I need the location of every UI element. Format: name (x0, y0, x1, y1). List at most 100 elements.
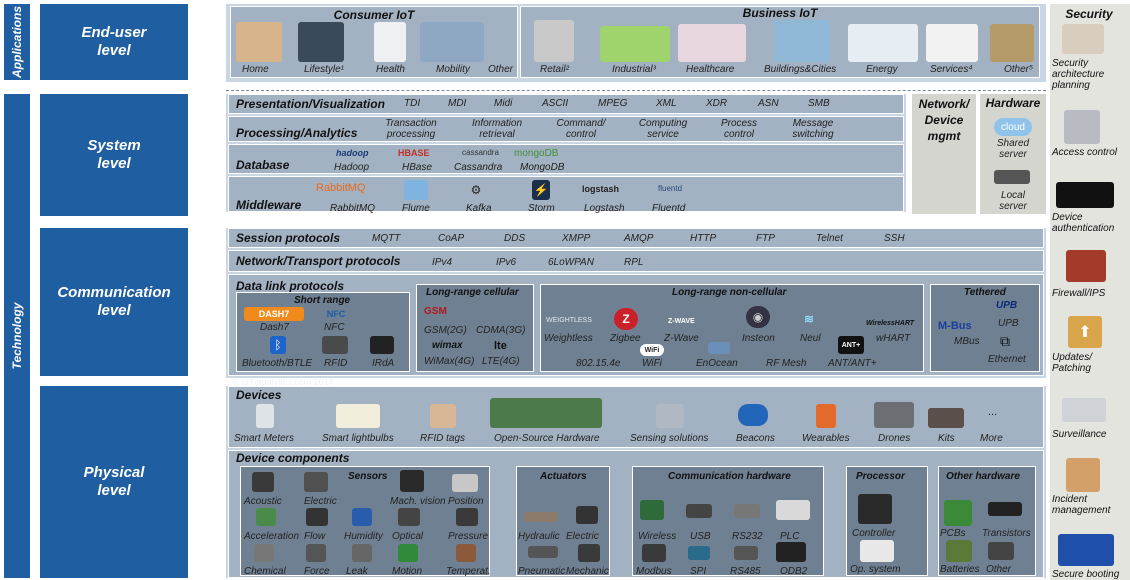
pres-xdr: XDR (706, 98, 728, 109)
wifi-logo: WiFi (640, 344, 664, 356)
mw-kafka: Kafka (466, 203, 492, 214)
app-lifestyle-label: Lifestyle¹ (304, 64, 345, 75)
sr-irda: IRdA (372, 358, 395, 369)
nc-zwave: Z-Wave (664, 333, 699, 344)
flume-icon (404, 180, 428, 200)
dev-beacons: Beacons (736, 433, 775, 444)
chw-odb2: ODB2 (780, 566, 808, 577)
end-user-level: End-user level (40, 4, 188, 80)
teth-ethernet: Ethernet (988, 354, 1026, 365)
zigbee-icon: Z (614, 308, 638, 330)
proc-transaction: Transaction processing (385, 118, 437, 140)
app-consumer-other-label: Other (488, 64, 514, 75)
electric-sensor-icon (304, 472, 328, 492)
dev-wearables: Wearables (802, 433, 850, 444)
app-energy-label: Energy (866, 64, 898, 75)
mechanic-actuator-icon (578, 544, 600, 562)
leak-sensor-icon (352, 544, 372, 562)
mw-logstash: Logstash (584, 203, 625, 214)
sens-humidity: Humidity (344, 531, 383, 542)
device-auth-icon (1056, 182, 1114, 208)
electric-actuator-icon (576, 506, 598, 524)
pressure-sensor-icon (456, 508, 478, 526)
wirelesshart-logo: WirelessHART (866, 320, 915, 327)
act-pneumatic: Pneumatic (518, 566, 566, 577)
chw-spi: SPI (690, 566, 707, 577)
proc-computing: Computing service (638, 118, 688, 140)
services-icon (926, 24, 978, 62)
bluetooth-icon: ᛒ (270, 336, 286, 354)
net-ipv6: IPv6 (496, 257, 517, 268)
server-icon (994, 170, 1030, 184)
sens-pressure: Pressure (448, 531, 489, 542)
ant-logo: ANT+ (838, 336, 864, 354)
car-icon (420, 22, 484, 62)
nc-rfmesh: RF Mesh (766, 358, 807, 369)
chw-usb: USB (690, 531, 711, 542)
database-title: Database (236, 158, 290, 172)
sens-mach-vision: Mach. vision (390, 496, 446, 507)
mw-rabbitmq: RabbitMQ (330, 203, 376, 214)
temperature-sensor-icon (456, 544, 476, 562)
battery-icon (946, 540, 972, 562)
wireless-module-icon (640, 500, 664, 520)
rabbitmq-logo: RabbitMQ (316, 182, 366, 194)
pneumatic-actuator-icon (528, 546, 558, 558)
pres-smb: SMB (808, 98, 830, 109)
chw-rs485: RS485 (730, 566, 761, 577)
lte-logo: lte (494, 340, 507, 352)
dev-kits: Kits (938, 433, 955, 444)
teth-upb: UPB (998, 318, 1019, 329)
home-icon (236, 22, 282, 62)
sess-http: HTTP (690, 233, 717, 244)
app-industrial-label: Industrial³ (612, 64, 656, 75)
shopping-cart-icon (534, 20, 574, 62)
act-hydraulic: Hydraulic (518, 531, 560, 542)
processor-title: Processor (856, 471, 905, 482)
proc-process: Process control (720, 118, 758, 140)
dev-smart-meters: Smart Meters (234, 433, 295, 444)
drone-icon (874, 402, 914, 428)
act-electric: Electric (566, 531, 599, 542)
sess-amqp: AMQP (624, 233, 654, 244)
communication-level: Communication level (40, 228, 188, 376)
app-buildings-label: Buildings&Cities (764, 64, 837, 75)
enocean-icon (708, 342, 730, 354)
cassandra-logo: cassandra (462, 148, 499, 157)
cellular-title: Long-range cellular (426, 287, 519, 298)
surveillance-camera-icon (1062, 398, 1106, 422)
pres-asn: ASN (758, 98, 779, 109)
sens-chemical: Chemical (244, 566, 286, 577)
nc-weightless: Weightless (544, 333, 593, 344)
app-home-label: Home (242, 64, 269, 75)
firewall-icon (1066, 250, 1106, 282)
database-row (228, 144, 904, 174)
proc-command: Command/ control (556, 118, 606, 140)
sens-position: Position (448, 496, 484, 507)
dev-smart-lightbulbs: Smart lightbulbs (322, 433, 394, 444)
other-hardware-title: Other hardware (946, 471, 1020, 482)
proc-message: Message switching (792, 118, 834, 140)
act-mechanic: Mechanic (566, 566, 609, 577)
sess-ftp: FTP (756, 233, 775, 244)
sr-nfc: NFC (324, 322, 345, 333)
datalink-title: Data link protocols (236, 279, 345, 293)
cell-lte: LTE(4G) (482, 356, 520, 367)
app-health-label: Health (376, 64, 405, 75)
system-level: System level (40, 94, 188, 216)
presentation-title: Presentation/Visualization (236, 97, 385, 111)
security-title: Security (1065, 7, 1113, 21)
net-6lowpan: 6LoWPAN (548, 257, 594, 268)
pres-xml: XML (656, 98, 677, 109)
middleware-title: Middleware (236, 198, 302, 212)
position-sensor-icon (452, 474, 478, 492)
proc-controller: Controller (852, 528, 896, 539)
sensors-title: Sensors (348, 471, 388, 482)
wimax-logo: wimax (432, 340, 463, 351)
nc-wifi: WiFi (642, 358, 662, 369)
network-title: Network/Transport protocols (236, 254, 401, 268)
net-ipv4: IPv4 (432, 257, 453, 268)
app-services-label: Services⁴ (930, 64, 973, 75)
other-hw-icon (988, 542, 1014, 560)
processing-title: Processing/Analytics (236, 126, 358, 140)
